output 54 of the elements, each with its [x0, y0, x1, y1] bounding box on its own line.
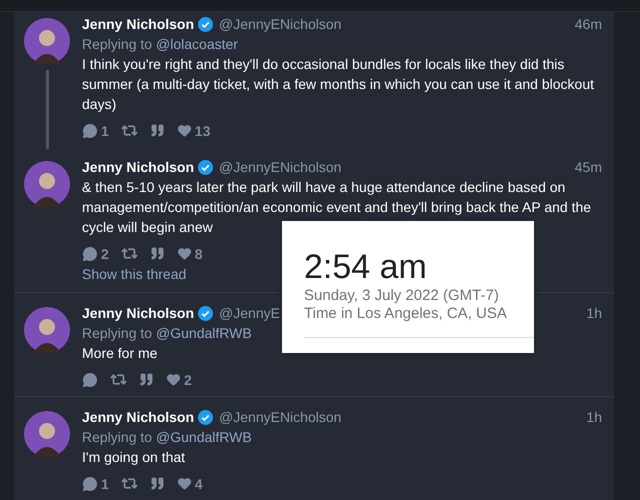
- quote-icon: [150, 476, 165, 491]
- quote-button[interactable]: [139, 372, 154, 387]
- speech-bubble-icon: [82, 246, 98, 262]
- author-handle[interactable]: @JennyENicholson: [219, 157, 342, 177]
- speech-bubble-icon: [82, 476, 98, 492]
- tweet-time[interactable]: 46m: [574, 14, 602, 34]
- author-handle[interactable]: @JennyENicholson: [219, 14, 342, 34]
- tweet-text: More for me: [82, 344, 158, 363]
- replying-to-label: Replying to: [82, 35, 152, 54]
- heart-icon: [176, 246, 192, 261]
- like-button[interactable]: 2: [166, 372, 192, 388]
- current-time: 2:54 am: [304, 247, 428, 287]
- like-button[interactable]: 13: [176, 122, 210, 138]
- avatar[interactable]: [24, 161, 70, 207]
- quote-button[interactable]: [150, 246, 165, 261]
- quote-icon: [139, 372, 154, 387]
- tweet-time[interactable]: 1h: [586, 407, 602, 427]
- tweet-text: & then 5-10 years later the park will have a huge attendance decline based on management/competition/an economic event and they'll bring back the AP and the cycle will begin anew: [82, 178, 592, 237]
- location-text: Time in Los Angeles, CA, USA: [304, 305, 508, 323]
- author-name[interactable]: Jenny Nicholson: [82, 157, 194, 177]
- date-text: Sunday, 3 July 2022 (GMT-7): [304, 287, 500, 305]
- heart-icon: [176, 476, 192, 491]
- author-name[interactable]: Jenny Nicholson: [82, 14, 194, 34]
- reply-button[interactable]: 1: [82, 476, 109, 492]
- speech-bubble-icon: [82, 372, 98, 388]
- reply-button[interactable]: 2: [82, 246, 109, 262]
- heart-icon: [176, 123, 192, 138]
- avatar[interactable]: [24, 18, 70, 64]
- reply-button[interactable]: 1: [82, 122, 109, 138]
- like-button[interactable]: 8: [176, 246, 203, 262]
- tweet-time[interactable]: 1h: [586, 303, 602, 323]
- mention-link[interactable]: @lolacoaster: [156, 34, 238, 54]
- tweet-text: I'm going on that: [82, 448, 186, 467]
- heart-icon: [166, 372, 181, 387]
- quote-icon: [150, 123, 165, 138]
- author-handle[interactable]: @JennyE: [219, 303, 280, 323]
- avatar[interactable]: [24, 307, 70, 353]
- tweet-time[interactable]: 45m: [574, 157, 602, 177]
- quote-button[interactable]: [150, 476, 165, 491]
- author-name[interactable]: Jenny Nicholson: [82, 303, 194, 323]
- quote-button[interactable]: [150, 123, 165, 138]
- tweet-text: I think you're right and they'll do occasional bundles for locals like they did this summer (a multi-day ticket, with a few months in which you can use it and blockout days): [82, 55, 595, 114]
- author-name[interactable]: Jenny Nicholson: [82, 407, 194, 427]
- author-handle[interactable]: @JennyENicholson: [219, 407, 342, 427]
- like-button[interactable]: 4: [176, 476, 203, 492]
- replying-to-label: Replying to: [82, 324, 152, 343]
- mention-link[interactable]: @GundalfRWB: [156, 323, 252, 343]
- mention-link[interactable]: @GundalfRWB: [156, 427, 252, 447]
- avatar[interactable]: [24, 411, 70, 457]
- reply-button[interactable]: [82, 372, 98, 388]
- quote-icon: [150, 246, 165, 261]
- replying-to-label: Replying to: [82, 428, 152, 447]
- speech-bubble-icon: [82, 122, 98, 138]
- show-thread-link[interactable]: Show this thread: [82, 264, 186, 284]
